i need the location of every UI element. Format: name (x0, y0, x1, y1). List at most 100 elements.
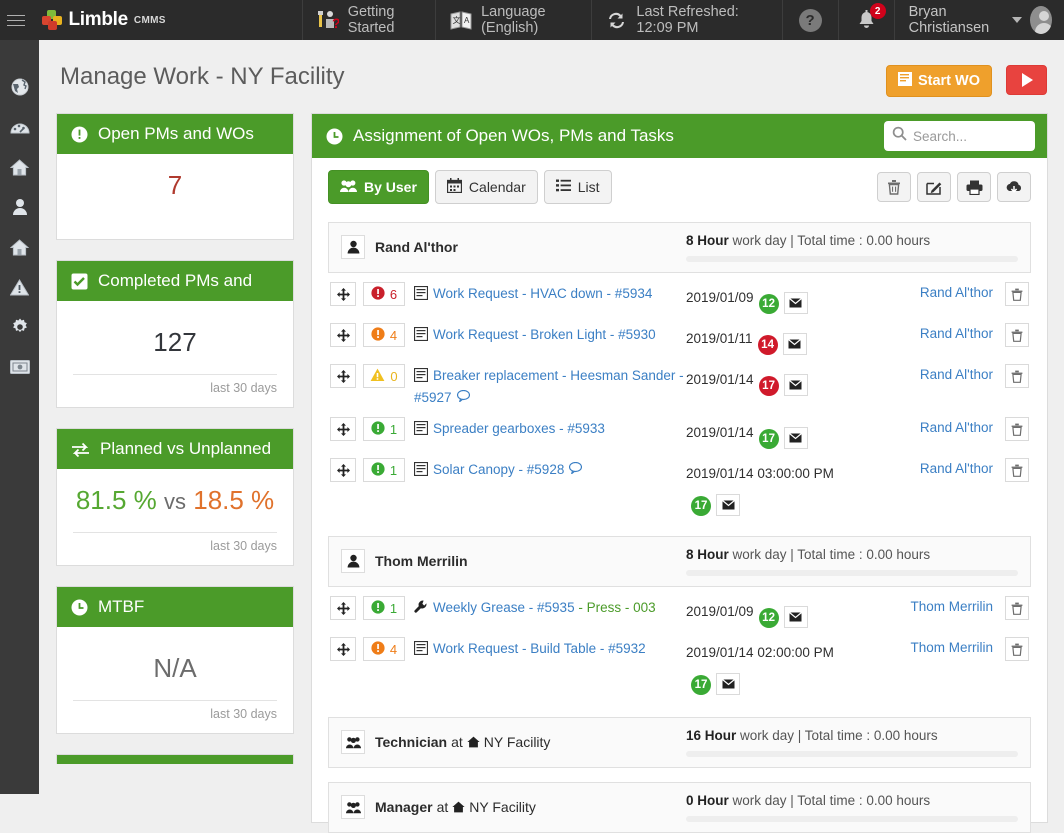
work-order-link[interactable]: Spreader gearboxes - #5933 (433, 421, 605, 436)
rail-item-settings[interactable] (0, 307, 39, 347)
group-role: Technician (375, 734, 447, 750)
table-row[interactable]: 1 Weekly Grease - #5935 - Press - 003 20… (328, 587, 1031, 628)
last-refreshed-item[interactable]: Last Refreshed: 12:09 PM (591, 0, 781, 40)
group-hours: 0 Hour (686, 793, 729, 808)
language-menu[interactable]: 文A Language (English) (435, 0, 591, 40)
table-row[interactable]: 0 Breaker replacement - Heesman Sander -… (328, 355, 1031, 408)
message-button[interactable] (716, 494, 740, 516)
work-order-link[interactable]: Work Request - HVAC down - #5934 (433, 286, 652, 301)
tools-icon: ? (317, 10, 339, 30)
row-delete-button[interactable] (1005, 458, 1029, 482)
table-row[interactable]: 1 Solar Canopy - #5928 2019/01/14 03:00:… (328, 449, 1031, 516)
assignee-link[interactable]: Rand Al'thor (920, 420, 993, 435)
priority-badge: 1 (363, 596, 405, 620)
work-order-link[interactable]: Work Request - Build Table - #5932 (433, 641, 646, 656)
exclamation-circle-icon (371, 641, 385, 658)
print-button[interactable] (957, 172, 991, 202)
group-header-thom-merrilin[interactable]: Thom Merrilin 8 Hour work day | Total ti… (328, 536, 1031, 587)
assignment-panel: Assignment of Open WOs, PMs and Tasks By… (311, 113, 1048, 823)
search-input[interactable] (913, 129, 1023, 144)
table-row[interactable]: 1 Spreader gearboxes - #5933 2019/01/141… (328, 408, 1031, 449)
exchange-icon (71, 442, 90, 457)
user-menu[interactable]: Bryan Christiansen (894, 0, 1064, 40)
tab-label: By User (364, 179, 417, 195)
row-delete-button[interactable] (1005, 282, 1029, 306)
assignee-link[interactable]: Rand Al'thor (920, 326, 993, 341)
group-header-technician[interactable]: TechnicianatNY Facility 16 Hour work day… (328, 717, 1031, 768)
rail-item-assets[interactable] (0, 227, 39, 267)
drag-handle[interactable] (330, 364, 356, 388)
priority-number: 6 (390, 287, 397, 302)
widget-footer: last 30 days (71, 701, 279, 725)
work-order-link[interactable]: Weekly Grease - #5935 (433, 600, 575, 615)
assignee-link[interactable]: Rand Al'thor (920, 367, 993, 382)
group-header-rand-althor[interactable]: Rand Al'thor 8 Hour work day | Total tim… (328, 222, 1031, 273)
message-button[interactable] (784, 374, 808, 396)
group-header-manager[interactable]: ManageratNY Facility 0 Hour work day | T… (328, 782, 1031, 833)
row-delete-button[interactable] (1005, 637, 1029, 661)
drag-handle[interactable] (330, 458, 356, 482)
play-icon (1022, 73, 1033, 87)
message-button[interactable] (784, 427, 808, 449)
message-button[interactable] (784, 606, 808, 628)
group-meta: 0 Hour work day | Total time : 0.00 hour… (686, 793, 1018, 808)
tab-label: Calendar (469, 179, 526, 195)
assignee-link[interactable]: Thom Merrilin (910, 640, 993, 655)
row-delete-button[interactable] (1005, 364, 1029, 388)
drag-handle[interactable] (330, 417, 356, 441)
work-order-link[interactable]: Solar Canopy - #5928 (433, 462, 564, 477)
delete-button[interactable] (877, 172, 911, 202)
assignee-cell: Rand Al'thor (856, 364, 993, 382)
drag-handle[interactable] (330, 596, 356, 620)
work-order-cell: Solar Canopy - #5928 (414, 458, 686, 482)
work-order-link[interactable]: Work Request - Broken Light - #5930 (433, 327, 656, 342)
rail-item-people[interactable] (0, 187, 39, 227)
drag-handle[interactable] (330, 282, 356, 306)
assignment-list: Rand Al'thor 8 Hour work day | Total tim… (312, 204, 1047, 833)
person-icon (341, 235, 365, 259)
rail-item-home[interactable] (0, 147, 39, 187)
table-row[interactable]: 4 Work Request - Broken Light - #5930 20… (328, 314, 1031, 355)
pencil-square-icon (926, 179, 942, 195)
assignee-link[interactable]: Rand Al'thor (920, 285, 993, 300)
row-delete-button[interactable] (1005, 323, 1029, 347)
row-delete-button[interactable] (1005, 596, 1029, 620)
due-date: 2019/01/09 (686, 290, 754, 305)
group-identity: ManageratNY Facility (341, 793, 686, 819)
download-button[interactable] (997, 172, 1031, 202)
getting-started-menu[interactable]: ? Getting Started (302, 0, 435, 40)
help-button[interactable]: ? (782, 0, 838, 40)
assignee-link[interactable]: Thom Merrilin (910, 599, 993, 614)
work-order-link[interactable]: Breaker replacement - Heesman Sander - #… (414, 368, 684, 405)
message-button[interactable] (783, 333, 807, 355)
rail-item-globe[interactable] (0, 67, 39, 107)
tab-by-user[interactable]: By User (328, 170, 429, 204)
rail-item-billing[interactable] (0, 347, 39, 387)
message-button[interactable] (716, 673, 740, 695)
hamburger-icon[interactable] (0, 0, 32, 40)
message-button[interactable] (784, 292, 808, 314)
calendar-icon (447, 178, 462, 196)
planned-value: 81.5 % (76, 485, 157, 515)
drag-handle[interactable] (330, 637, 356, 661)
row-delete-button[interactable] (1005, 417, 1029, 441)
start-wo-button[interactable]: Start WO (886, 65, 992, 97)
search-box[interactable] (884, 121, 1035, 151)
table-row[interactable]: 6 Work Request - HVAC down - #5934 2019/… (328, 273, 1031, 314)
rail-item-alerts[interactable] (0, 267, 39, 307)
group-capacity: 0 Hour work day | Total time : 0.00 hour… (686, 793, 1018, 822)
table-row[interactable]: 4 Work Request - Build Table - #5932 201… (328, 628, 1031, 695)
brand-logo-link[interactable]: Limble CMMS (32, 0, 181, 40)
work-order-cell: Work Request - Build Table - #5932 (414, 637, 686, 661)
rail-item-dashboard[interactable] (0, 107, 39, 147)
edit-button[interactable] (917, 172, 951, 202)
drag-handle[interactable] (330, 323, 356, 347)
assignee-link[interactable]: Rand Al'thor (920, 461, 993, 476)
notifications-button[interactable]: 2 (838, 0, 894, 40)
brand-name: Limble (68, 9, 127, 31)
tab-list[interactable]: List (544, 170, 612, 204)
exclamation-circle-icon (371, 286, 385, 303)
due-date: 2019/01/14 (686, 425, 754, 440)
tab-calendar[interactable]: Calendar (435, 170, 538, 204)
play-button[interactable] (1006, 65, 1047, 95)
